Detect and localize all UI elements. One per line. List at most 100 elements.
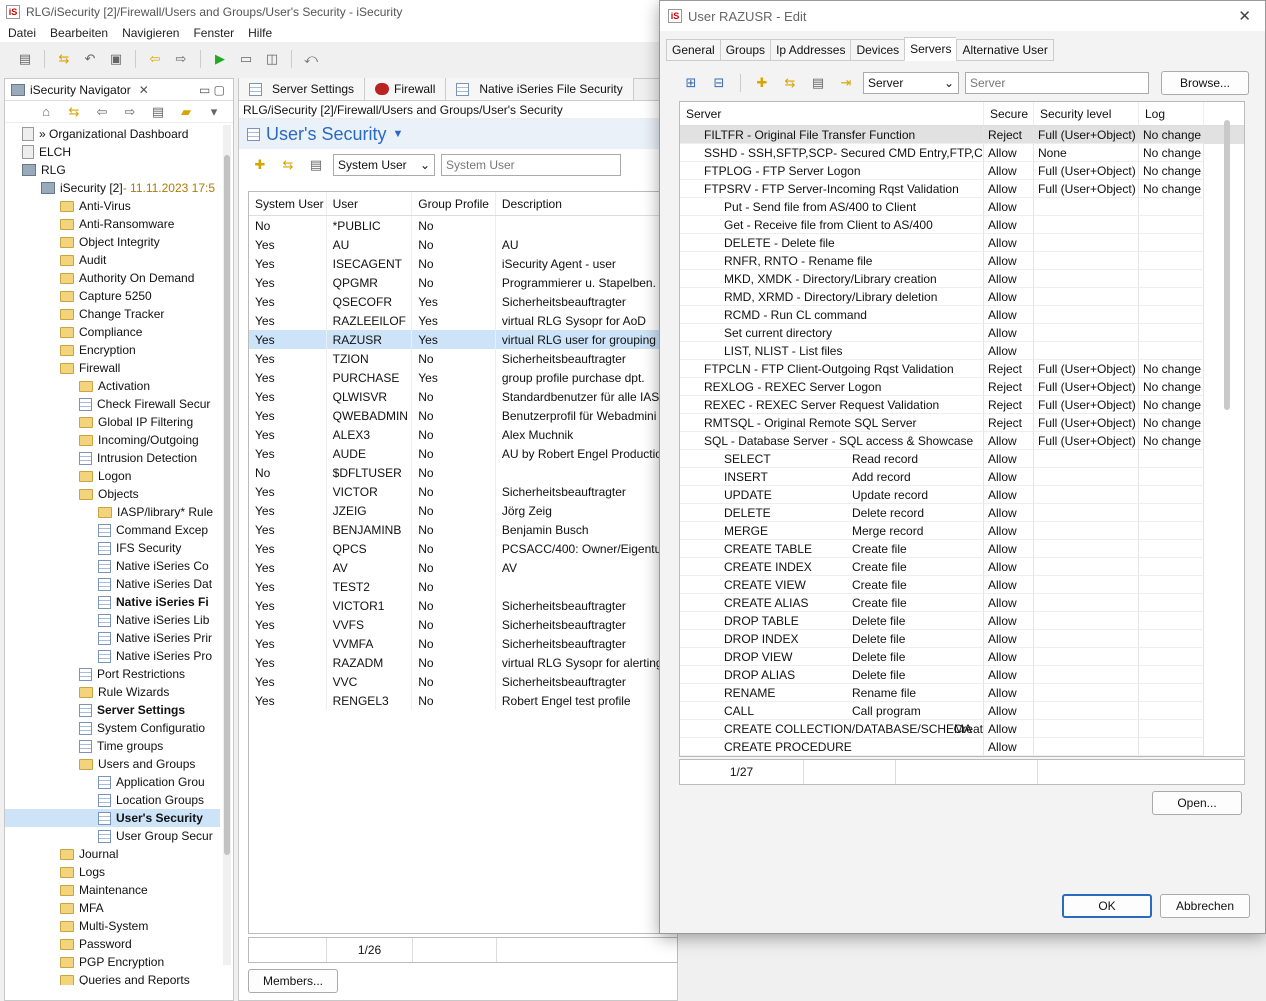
menu-fenster[interactable]: Fenster bbox=[193, 26, 234, 40]
tree-item[interactable]: Port Restrictions bbox=[5, 665, 220, 683]
table-row[interactable]: Yes RAZUSR Yes virtual RLG user for groupin… bbox=[249, 330, 677, 349]
column-header[interactable]: User bbox=[327, 192, 413, 215]
close-icon[interactable]: ✕ bbox=[139, 83, 149, 97]
table-row[interactable]: Yes AU No AU bbox=[249, 235, 677, 254]
export-icon[interactable]: ⇥ bbox=[835, 72, 857, 94]
table-row[interactable]: DROP INDEX Delete file Allow bbox=[680, 630, 1244, 648]
tab-firewall[interactable]: Firewall bbox=[365, 78, 447, 100]
table-row[interactable]: INSERT Add record Allow bbox=[680, 468, 1244, 486]
table-row[interactable]: Set current directory Allow bbox=[680, 324, 1244, 342]
table-row[interactable]: Yes PURCHASE Yes group profile purchase dpt… bbox=[249, 368, 677, 387]
tree-item[interactable]: Native iSeries Pro bbox=[5, 647, 220, 665]
sync-icon[interactable]: ⇆ bbox=[779, 72, 801, 94]
tree-item[interactable]: Multi-System bbox=[5, 917, 220, 935]
tree-item[interactable]: Native iSeries Fi bbox=[5, 593, 220, 611]
servers-scrollbar[interactable] bbox=[1224, 120, 1230, 410]
table-row[interactable]: LIST, NLIST - List files Allow bbox=[680, 342, 1244, 360]
tab-ip-addresses[interactable]: Ip Addresses bbox=[770, 39, 851, 61]
tab-general[interactable]: General bbox=[666, 39, 720, 61]
forward-icon[interactable]: ⇨ bbox=[119, 101, 141, 123]
tree-item[interactable]: Activation bbox=[5, 377, 220, 395]
panel-icon[interactable]: ◫ bbox=[261, 48, 283, 70]
sync-icon[interactable]: ⇆ bbox=[53, 48, 75, 70]
tree-item[interactable]: Application Grou bbox=[5, 773, 220, 791]
tree-item[interactable]: Time groups bbox=[5, 737, 220, 755]
table-row[interactable]: RENAME Rename file Allow bbox=[680, 684, 1244, 702]
navigator-tab[interactable]: iSecurity Navigator ✕ ▭ ▢ bbox=[5, 79, 233, 101]
column-header[interactable]: Secure bbox=[984, 102, 1034, 125]
tree-item[interactable]: Compliance bbox=[5, 323, 220, 341]
table-row[interactable]: CREATE ALIAS Create file Allow bbox=[680, 594, 1244, 612]
table-row[interactable]: Yes ALEX3 No Alex Muchnik bbox=[249, 425, 677, 444]
table-row[interactable]: RCMD - Run CL command Allow bbox=[680, 306, 1244, 324]
collapse-all-icon[interactable]: ⊟ bbox=[708, 72, 730, 94]
expand-all-icon[interactable]: ⊞ bbox=[680, 72, 702, 94]
tree-item[interactable]: Intrusion Detection bbox=[5, 449, 220, 467]
tree-item[interactable]: Logon bbox=[5, 467, 220, 485]
table-row[interactable]: FTPLOG - FTP Server Logon Allow Full (User… bbox=[680, 162, 1244, 180]
menu-hilfe[interactable]: Hilfe bbox=[248, 26, 272, 40]
open-folder-icon[interactable]: ▰ bbox=[175, 101, 197, 123]
table-row[interactable]: Put - Send file from AS/400 to Client All… bbox=[680, 198, 1244, 216]
table-row[interactable]: UPDATE Update record Allow bbox=[680, 486, 1244, 504]
browse-button[interactable]: Browse... bbox=[1161, 71, 1249, 95]
table-row[interactable]: Yes QWEBADMIN No Benutzerprofil für Webadmi… bbox=[249, 406, 677, 425]
tab-groups[interactable]: Groups bbox=[719, 39, 771, 61]
table-row[interactable]: CREATE INDEX Create file Allow bbox=[680, 558, 1244, 576]
table-row[interactable]: Yes QSECOFR Yes Sicherheitsbeauftragter bbox=[249, 292, 677, 311]
tree-item[interactable]: Server Settings bbox=[5, 701, 220, 719]
table-row[interactable]: Yes ISECAGENT No iSecurity Agent - user bbox=[249, 254, 677, 273]
column-header[interactable]: Description bbox=[496, 192, 677, 215]
table-row[interactable]: Yes RAZADM No virtual RLG Sysopr for alerti… bbox=[249, 653, 677, 672]
tree-item[interactable]: iSecurity [2] - 11.11.2023 17:5 bbox=[5, 179, 220, 197]
tree-item[interactable]: Check Firewall Secur bbox=[5, 395, 220, 413]
tree-item[interactable]: Command Excep bbox=[5, 521, 220, 539]
table-row[interactable]: Yes JZEIG No Jörg Zeig bbox=[249, 501, 677, 520]
table-row[interactable]: Yes VICTOR No Sicherheitsbeauftragter bbox=[249, 482, 677, 501]
tree-item[interactable]: Native iSeries Dat bbox=[5, 575, 220, 593]
tab-native-iseries-file-security[interactable]: Native iSeries File Security bbox=[446, 78, 634, 100]
tree-item[interactable]: System Configuratio bbox=[5, 719, 220, 737]
minimize-icon[interactable]: ▭ ▢ bbox=[199, 83, 225, 97]
close-icon[interactable]: ✕ bbox=[1238, 7, 1251, 25]
add-icon[interactable]: ✚ bbox=[751, 72, 773, 94]
tree-item[interactable]: Firewall bbox=[5, 359, 220, 377]
table-row[interactable]: Yes TZION No Sicherheitsbeauftragter bbox=[249, 349, 677, 368]
table-row[interactable]: REXEC - REXEC Server Request Validation R… bbox=[680, 396, 1244, 414]
collapse-icon[interactable]: ▤ bbox=[147, 101, 169, 123]
table-row[interactable]: CREATE TABLE Create file Allow bbox=[680, 540, 1244, 558]
column-header[interactable]: Group Profile bbox=[412, 192, 496, 215]
column-header[interactable]: Security level bbox=[1034, 102, 1139, 125]
tree-item[interactable]: Password bbox=[5, 935, 220, 953]
tree-item[interactable]: Journal bbox=[5, 845, 220, 863]
tree-item[interactable]: Anti-Virus bbox=[5, 197, 220, 215]
tab-servers[interactable]: Servers bbox=[904, 37, 957, 61]
save-icon[interactable]: ▣ bbox=[105, 48, 127, 70]
table-row[interactable]: SSHD - SSH,SFTP,SCP- Secured CMD Entry,F… bbox=[680, 144, 1244, 162]
table-row[interactable]: Yes QPCS No PCSACC/400: Owner/Eigentu bbox=[249, 539, 677, 558]
table-row[interactable]: Yes QLWISVR No Standardbenutzer für alle IA… bbox=[249, 387, 677, 406]
tree-item[interactable]: Encryption bbox=[5, 341, 220, 359]
table-row[interactable]: DELETE Delete record Allow bbox=[680, 504, 1244, 522]
tree-item[interactable]: » Organizational Dashboard bbox=[5, 125, 220, 143]
view-menu-icon[interactable]: ▾ bbox=[203, 101, 225, 123]
tree-item[interactable]: Native iSeries Prir bbox=[5, 629, 220, 647]
navigator-scrollbar[interactable] bbox=[223, 125, 231, 965]
list-icon[interactable]: ▤ bbox=[305, 154, 327, 176]
cancel-button[interactable]: Abbrechen bbox=[1160, 894, 1250, 918]
new-icon[interactable]: ▤ bbox=[14, 48, 36, 70]
tree-item[interactable]: Rule Wizards bbox=[5, 683, 220, 701]
tree-item[interactable]: User's Security bbox=[5, 809, 220, 827]
server-filter-input[interactable]: Server bbox=[965, 72, 1149, 94]
filter-type-select[interactable]: System User ⌄ bbox=[333, 154, 435, 176]
column-header[interactable]: Log bbox=[1139, 102, 1204, 125]
tree-item[interactable]: IFS Security bbox=[5, 539, 220, 557]
table-row[interactable]: FTPCLN - FTP Client-Outgoing Rqst Valida… bbox=[680, 360, 1244, 378]
tree-item[interactable]: IASP/library* Rule bbox=[5, 503, 220, 521]
table-row[interactable]: Yes AUDE No AU by Robert Engel Productio bbox=[249, 444, 677, 463]
menu-bearbeiten[interactable]: Bearbeiten bbox=[50, 26, 108, 40]
table-row[interactable]: MKD, XMDK - Directory/Library creation Al… bbox=[680, 270, 1244, 288]
forward-icon[interactable]: ⇨ bbox=[170, 48, 192, 70]
tree-item[interactable]: Capture 5250 bbox=[5, 287, 220, 305]
table-row[interactable]: RNFR, RNTO - Rename file Allow bbox=[680, 252, 1244, 270]
